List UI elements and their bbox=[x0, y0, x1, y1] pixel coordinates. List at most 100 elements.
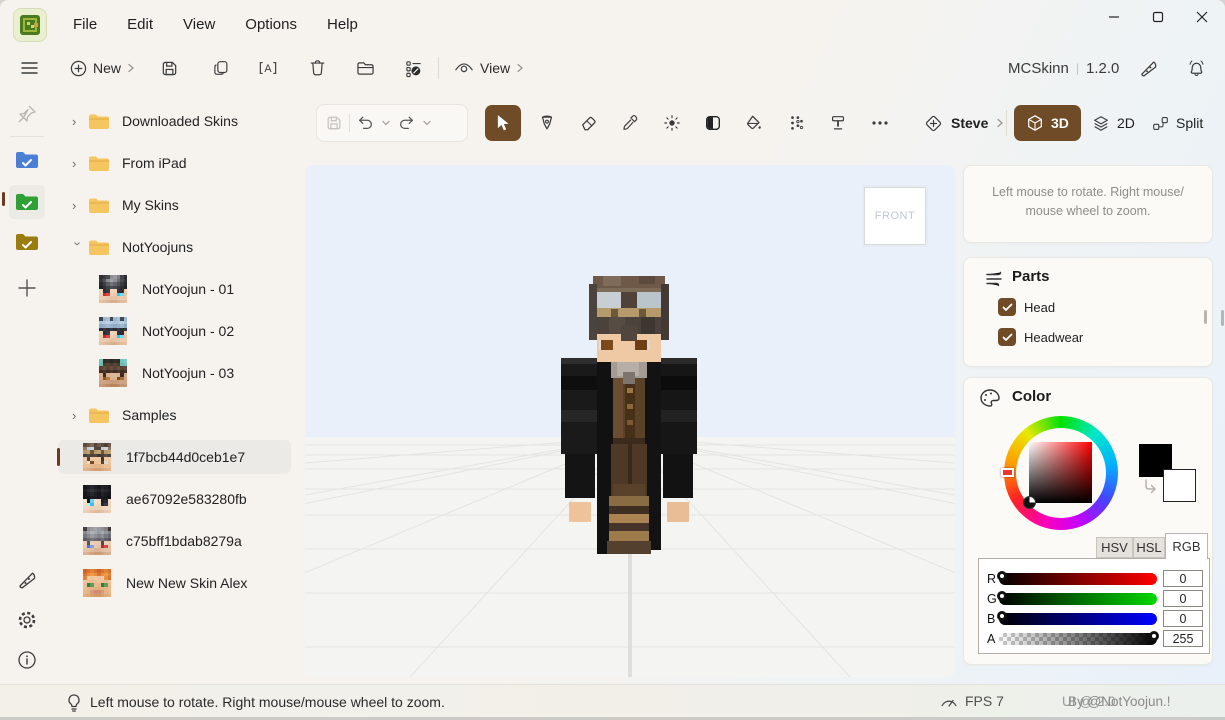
save-button[interactable] bbox=[325, 114, 343, 132]
tool-stamp[interactable] bbox=[820, 105, 856, 141]
tree-folder-my-skins[interactable]: › My Skins bbox=[58, 188, 291, 222]
title-bar: File Edit View Options Help bbox=[0, 0, 1225, 48]
menu-edit[interactable]: Edit bbox=[112, 0, 168, 48]
secondary-color-swatch[interactable] bbox=[1163, 469, 1196, 502]
slider-thumb[interactable] bbox=[1149, 631, 1159, 641]
tool-noise[interactable] bbox=[779, 105, 815, 141]
tree-skin-ae67092e583280fb[interactable]: ae67092e583280fb bbox=[58, 482, 291, 516]
panel-scrollbar-thumb[interactable] bbox=[1221, 310, 1224, 326]
tree-skin-c75bff1bdab8279a[interactable]: c75bff1bdab8279a bbox=[58, 524, 291, 558]
part-row-headwear[interactable]: Headwear bbox=[998, 328, 1083, 346]
chevron-collapsed-icon[interactable]: › bbox=[72, 408, 84, 423]
tree-row-label: c75bff1bdab8279a bbox=[126, 533, 242, 549]
parts-scrollbar-thumb[interactable] bbox=[1204, 310, 1207, 324]
rail-folder-workspace[interactable] bbox=[9, 185, 45, 219]
rename-icon: A bbox=[259, 62, 277, 75]
tree-folder-downloaded-skins[interactable]: › Downloaded Skins bbox=[58, 104, 291, 138]
redo-button[interactable] bbox=[397, 114, 416, 132]
channel-value[interactable]: 0 bbox=[1163, 610, 1203, 627]
new-button[interactable]: New bbox=[62, 53, 143, 83]
delete-button[interactable] bbox=[301, 52, 333, 84]
tool-pen[interactable] bbox=[529, 105, 565, 141]
channel-slider[interactable] bbox=[997, 571, 1157, 585]
add-folder-button[interactable] bbox=[12, 274, 42, 302]
color-tab-hsl[interactable]: HSL bbox=[1133, 537, 1165, 558]
menu-options[interactable]: Options bbox=[230, 0, 312, 48]
hue-marker[interactable] bbox=[1001, 468, 1014, 477]
rename-button[interactable]: A bbox=[252, 52, 284, 84]
sv-marker[interactable] bbox=[1023, 496, 1036, 509]
part-row-head[interactable]: Head bbox=[998, 298, 1055, 316]
channel-value[interactable]: 255 bbox=[1163, 630, 1203, 647]
tree-skin-1f7bcb44d0ceb1e7[interactable]: 1f7bcb44d0ceb1e7 bbox=[57, 440, 291, 474]
orientation-gizmo[interactable]: FRONT bbox=[864, 187, 926, 245]
slider-thumb[interactable] bbox=[997, 571, 1007, 581]
save-as-button[interactable] bbox=[153, 52, 185, 84]
channel-value[interactable]: 0 bbox=[1163, 570, 1203, 587]
list-block-icon bbox=[405, 60, 421, 77]
menu-file[interactable]: File bbox=[58, 0, 112, 48]
checkbox-checked[interactable] bbox=[998, 298, 1016, 316]
swap-colors-button[interactable] bbox=[1142, 478, 1160, 496]
checkbox-checked[interactable] bbox=[998, 328, 1016, 346]
channel-slider[interactable] bbox=[997, 611, 1157, 625]
feedback-button[interactable] bbox=[1132, 52, 1164, 84]
mode-2d-button[interactable]: 2D bbox=[1080, 105, 1147, 141]
app-logo-icon bbox=[20, 15, 40, 35]
chevron-collapsed-icon[interactable]: › bbox=[72, 156, 84, 171]
tree-skin-new-new-skin-alex[interactable]: New New Skin Alex bbox=[58, 566, 291, 600]
list-options-button[interactable] bbox=[397, 52, 429, 84]
tree-folder-samples[interactable]: › Samples bbox=[58, 398, 291, 432]
rail-folder-downloaded[interactable] bbox=[12, 146, 42, 174]
menu-help[interactable]: Help bbox=[312, 0, 373, 48]
color-tab-hsv[interactable]: HSV bbox=[1096, 537, 1133, 558]
rail-folder-archive[interactable] bbox=[12, 228, 42, 256]
settings-button[interactable] bbox=[12, 606, 42, 634]
color-tab-rgb[interactable]: RGB bbox=[1165, 533, 1208, 559]
chevron-expanded-icon[interactable]: › bbox=[71, 241, 86, 253]
open-folder-button[interactable] bbox=[349, 52, 381, 84]
chevron-collapsed-icon[interactable]: › bbox=[72, 198, 84, 213]
tool-dropper[interactable] bbox=[612, 105, 648, 141]
channel-slider[interactable] bbox=[997, 591, 1157, 605]
more-tools-button[interactable] bbox=[862, 105, 898, 141]
channel-value[interactable]: 0 bbox=[1163, 590, 1203, 607]
tool-lighten[interactable] bbox=[654, 105, 690, 141]
skin-model-3d[interactable] bbox=[555, 270, 703, 562]
dots-grid-icon bbox=[791, 116, 804, 130]
undo-dropdown[interactable] bbox=[381, 119, 391, 127]
redo-dropdown[interactable] bbox=[422, 119, 432, 127]
chevron-collapsed-icon[interactable]: › bbox=[72, 114, 84, 129]
model-selector[interactable]: Steve bbox=[912, 105, 1016, 141]
channel-slider[interactable] bbox=[999, 631, 1159, 645]
slider-thumb[interactable] bbox=[997, 591, 1007, 601]
minimize-button[interactable] bbox=[1092, 1, 1136, 33]
tree-skin-notyoojun-01[interactable]: NotYoojun - 01 bbox=[58, 272, 291, 306]
layers-icon bbox=[1094, 116, 1108, 131]
mode-split-button[interactable]: Split bbox=[1140, 105, 1215, 141]
close-button[interactable] bbox=[1180, 1, 1224, 33]
notifications-button[interactable] bbox=[1180, 52, 1212, 84]
tool-fill[interactable] bbox=[736, 105, 772, 141]
tree-skin-notyoojun-02[interactable]: NotYoojun - 02 bbox=[58, 314, 291, 348]
menu-view[interactable]: View bbox=[168, 0, 230, 48]
tool-cursor[interactable] bbox=[485, 105, 521, 141]
pin-button[interactable] bbox=[12, 100, 42, 128]
rail-feedback-button[interactable] bbox=[12, 566, 42, 594]
mode-3d-button[interactable]: 3D bbox=[1014, 105, 1081, 141]
tree-skin-notyoojun-03[interactable]: NotYoojun - 03 bbox=[58, 356, 291, 390]
tool-contrast[interactable] bbox=[695, 105, 731, 141]
maximize-button[interactable] bbox=[1136, 1, 1180, 33]
viewport-3d[interactable]: FRONT bbox=[305, 165, 955, 677]
tool-eraser[interactable] bbox=[571, 105, 607, 141]
slider-thumb[interactable] bbox=[997, 611, 1007, 621]
view-button[interactable]: View bbox=[446, 53, 532, 83]
tree-folder-from-ipad[interactable]: › From iPad bbox=[58, 146, 291, 180]
tree-folder-notyoojuns[interactable]: › NotYoojuns bbox=[58, 230, 291, 264]
saturation-value-square[interactable] bbox=[1023, 442, 1092, 509]
hamburger-button[interactable] bbox=[13, 52, 45, 84]
blue-folder-check-icon bbox=[16, 152, 38, 168]
about-button[interactable] bbox=[12, 646, 42, 674]
duplicate-button[interactable] bbox=[205, 52, 237, 84]
undo-button[interactable] bbox=[356, 114, 375, 132]
